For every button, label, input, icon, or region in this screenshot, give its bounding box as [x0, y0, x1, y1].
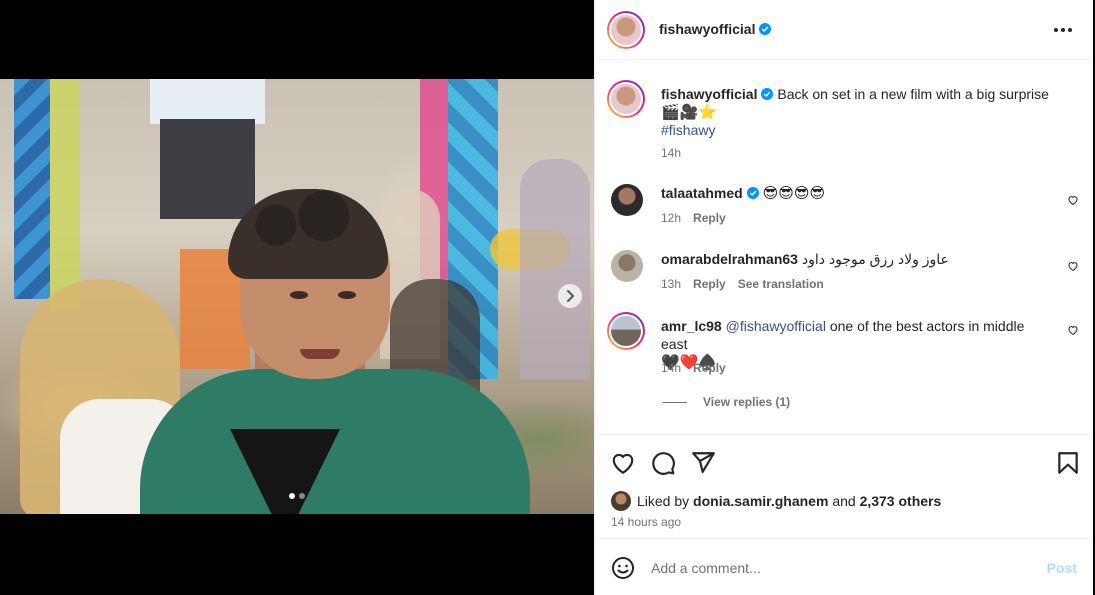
reply-button[interactable]: Reply	[693, 361, 726, 375]
comment-bubble-icon[interactable]	[650, 450, 676, 476]
caption-emojis: 🎬🎥⭐	[661, 103, 718, 121]
avatar[interactable]	[607, 312, 645, 350]
post-photo[interactable]	[0, 79, 594, 514]
likes-others-link[interactable]: 2,373 others	[860, 493, 942, 509]
likes-summary: Liked by donia.samir.ghanem and 2,373 ot…	[611, 491, 941, 511]
comment-username[interactable]: talaatahmed	[661, 185, 743, 201]
comment-time: 13h	[661, 277, 682, 291]
caption-time: 14h	[661, 146, 682, 160]
see-translation-button[interactable]: See translation	[738, 277, 824, 291]
comment-input[interactable]	[651, 557, 1031, 579]
comment-text: عاوز ولاد رزق موجود داود	[801, 251, 949, 267]
verified-badge-icon	[761, 88, 774, 100]
comment-username[interactable]: amr_lc98	[661, 318, 722, 334]
caption-username[interactable]: fishawyofficial	[661, 86, 757, 102]
emoji-smile-icon[interactable]	[611, 556, 635, 580]
like-comment-heart-icon[interactable]	[1067, 324, 1079, 336]
verified-badge-icon	[759, 23, 772, 35]
caption-hashtag[interactable]: #fishawy	[661, 122, 715, 138]
comments-list: fishawyofficial Back on set in a new fil…	[595, 60, 1093, 434]
like-comment-heart-icon[interactable]	[1067, 260, 1079, 272]
post-panel: fishawyofficial fishawyofficial Back on …	[594, 0, 1093, 595]
share-paper-plane-icon[interactable]	[690, 450, 716, 476]
avatar[interactable]	[611, 184, 643, 216]
comment-username[interactable]: omarabdelrahman63	[661, 251, 798, 267]
carousel-next-button[interactable]	[558, 284, 582, 308]
add-comment-bar: Post	[595, 538, 1093, 595]
view-replies-button[interactable]: View replies (1)	[663, 395, 790, 409]
liked-by-user[interactable]: donia.samir.ghanem	[693, 493, 828, 509]
post-actions: Liked by donia.samir.ghanem and 2,373 ot…	[595, 434, 1093, 534]
carousel-dot-2	[299, 493, 305, 499]
like-comment-heart-icon[interactable]	[1067, 194, 1079, 206]
media-pane	[0, 0, 594, 595]
verified-badge-icon	[746, 187, 759, 199]
reply-button[interactable]: Reply	[693, 277, 726, 291]
post-header: fishawyofficial	[595, 0, 1093, 60]
header-username[interactable]: fishawyofficial	[659, 21, 755, 37]
chevron-right-icon	[567, 290, 575, 302]
like-heart-icon[interactable]	[610, 450, 636, 476]
avatar[interactable]	[611, 250, 643, 282]
avatar[interactable]	[607, 11, 645, 49]
avatar[interactable]	[611, 491, 631, 511]
carousel-dots	[289, 493, 305, 499]
caption-text: Back on set in a new film with a big sur…	[777, 86, 1049, 102]
post-comment-button[interactable]: Post	[1047, 560, 1077, 576]
comment-text: 😎😎😎😎	[762, 184, 826, 202]
carousel-dot-1	[289, 493, 295, 499]
comment-mention[interactable]: @fishawyofficial	[726, 318, 826, 334]
more-options-icon[interactable]	[1051, 20, 1075, 40]
comment-time: 14h	[661, 361, 682, 375]
save-bookmark-icon[interactable]	[1055, 450, 1081, 476]
comment-time: 12h	[661, 211, 682, 225]
post-timestamp[interactable]: 14 hours ago	[611, 515, 681, 529]
avatar[interactable]	[607, 80, 645, 118]
reply-button[interactable]: Reply	[693, 211, 726, 225]
